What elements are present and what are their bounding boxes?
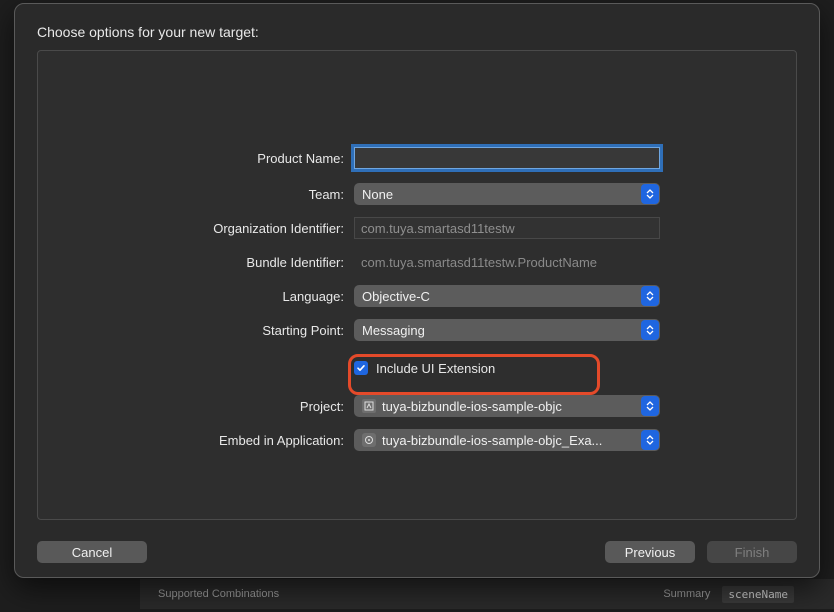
starting-point-label: Starting Point: (38, 323, 354, 338)
background-strip: Supported Combinations Summary sceneName (140, 579, 834, 609)
checkmark-icon (356, 363, 366, 373)
include-ui-extension-label: Include UI Extension (376, 361, 495, 376)
select-arrows-icon (641, 286, 659, 306)
finish-button: Finish (707, 541, 797, 563)
org-identifier-label: Organization Identifier: (38, 221, 354, 236)
team-select-value: None (362, 187, 393, 202)
cancel-button[interactable]: Cancel (37, 541, 147, 563)
embed-in-application-select-value: tuya-bizbundle-ios-sample-objc_Exa... (382, 433, 602, 448)
team-label: Team: (38, 187, 354, 202)
select-arrows-icon (641, 320, 659, 340)
xcode-project-icon (362, 399, 376, 413)
language-select-value: Objective-C (362, 289, 430, 304)
select-arrows-icon (641, 430, 659, 450)
sheet-title: Choose options for your new target: (37, 24, 797, 40)
bundle-identifier-value: com.tuya.smartasd11testw.ProductName (354, 255, 597, 270)
app-target-icon (362, 433, 376, 447)
org-identifier-input[interactable] (354, 217, 660, 239)
scene-name-value: sceneName (722, 586, 794, 603)
team-select[interactable]: None (354, 183, 660, 205)
embed-in-application-select[interactable]: tuya-bizbundle-ios-sample-objc_Exa... (354, 429, 660, 451)
language-label: Language: (38, 289, 354, 304)
starting-point-select-value: Messaging (362, 323, 425, 338)
embed-in-application-label: Embed in Application: (38, 433, 354, 448)
product-name-input[interactable] (354, 147, 660, 169)
product-name-label: Product Name: (38, 151, 354, 166)
select-arrows-icon (641, 184, 659, 204)
supported-combinations-label: Supported Combinations (158, 588, 279, 600)
summary-label: Summary (663, 588, 710, 600)
previous-button[interactable]: Previous (605, 541, 695, 563)
starting-point-select[interactable]: Messaging (354, 319, 660, 341)
project-label: Project: (38, 399, 354, 414)
language-select[interactable]: Objective-C (354, 285, 660, 307)
select-arrows-icon (641, 396, 659, 416)
project-select-value: tuya-bizbundle-ios-sample-objc (382, 399, 562, 414)
include-ui-extension-row[interactable]: Include UI Extension (354, 361, 495, 376)
form-container: Product Name: Team: None (37, 50, 797, 520)
project-select[interactable]: tuya-bizbundle-ios-sample-objc (354, 395, 660, 417)
new-target-sheet: Choose options for your new target: Prod… (14, 3, 820, 578)
include-ui-extension-checkbox[interactable] (354, 361, 368, 375)
bundle-identifier-label: Bundle Identifier: (38, 255, 354, 270)
